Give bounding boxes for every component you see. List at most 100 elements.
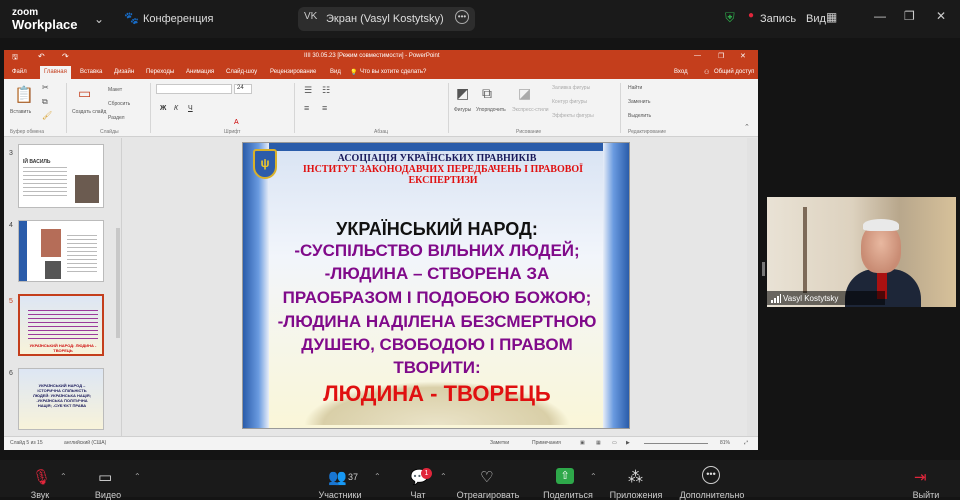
arrange-icon[interactable]: ⧉ bbox=[482, 85, 492, 102]
quick-styles-button[interactable]: Экспресс-стили bbox=[512, 107, 549, 113]
participants-icon[interactable]: 👥 bbox=[328, 468, 347, 486]
restore-icon[interactable]: ❐ bbox=[904, 9, 915, 23]
notes-button[interactable]: Заметки bbox=[490, 440, 509, 446]
slideshow-icon[interactable]: ▶ bbox=[626, 440, 630, 446]
chat-chevron[interactable]: ⌃ bbox=[440, 472, 447, 481]
tab-review[interactable]: Рецензирование bbox=[270, 69, 316, 75]
thumbnail-scrollbar[interactable] bbox=[116, 228, 120, 338]
zoom-level[interactable]: 81% bbox=[720, 440, 730, 446]
reset-button[interactable]: Сбросить bbox=[108, 101, 130, 107]
undo-icon[interactable]: ↶ bbox=[38, 52, 45, 61]
more-options-icon[interactable]: ••• bbox=[455, 10, 469, 24]
font-family-input[interactable] bbox=[156, 84, 232, 94]
react-heart-icon[interactable]: ♡ bbox=[480, 468, 493, 486]
participant-video-tile[interactable]: Vasyl Kostytsky bbox=[767, 197, 956, 307]
replace-button[interactable]: Заменить bbox=[628, 99, 650, 105]
slide-thumbnail[interactable]: УКРАЇНСЬКИЙ НАРОД – ІСТОРИЧНА СПІЛЬНІСТЬ… bbox=[18, 368, 104, 430]
sorter-view-icon[interactable]: ▦ bbox=[596, 440, 601, 446]
numbering-icon[interactable]: ☷ bbox=[322, 85, 330, 96]
tab-animation[interactable]: Анимация bbox=[186, 69, 214, 75]
participants-chevron[interactable]: ⌃ bbox=[374, 472, 381, 481]
tab-design[interactable]: Дизайн bbox=[114, 69, 134, 75]
tab-file[interactable]: Файл bbox=[12, 69, 27, 75]
copy-icon[interactable]: ⧉ bbox=[42, 97, 48, 107]
slide-thumbnail-selected[interactable]: УКРАЇНСЬКИЙ НАРОД: ЛЮДИНА - ТВОРЕЦЬ bbox=[18, 294, 104, 356]
share-screen-icon[interactable]: ⇧ bbox=[556, 468, 574, 484]
cut-icon[interactable]: ✂ bbox=[42, 83, 49, 92]
underline-button[interactable]: Ч bbox=[188, 105, 193, 112]
tab-view[interactable]: Вид bbox=[330, 69, 341, 75]
shape-effects-button[interactable]: Эффекты фигуры bbox=[552, 113, 594, 119]
bullets-icon[interactable]: ☰ bbox=[304, 85, 312, 96]
save-icon[interactable]: 🖫 bbox=[12, 53, 18, 64]
apps-icon[interactable]: ⁂ bbox=[628, 468, 643, 486]
current-slide[interactable]: ψ АСОЦІАЦІЯ УКРАЇНСЬКИХ ПРАВНИКІВ ІНСТИТ… bbox=[242, 142, 630, 429]
share-chevron[interactable]: ⌃ bbox=[590, 472, 597, 481]
collapse-ribbon-icon[interactable]: ⌃ bbox=[744, 123, 750, 131]
reading-view-icon[interactable]: ▭ bbox=[612, 440, 617, 446]
font-color-icon[interactable]: A bbox=[234, 119, 239, 126]
layout-button[interactable]: Макет bbox=[108, 87, 122, 93]
shapes-icon[interactable]: ◩ bbox=[456, 85, 469, 102]
view-grid-icon[interactable]: ▦ bbox=[826, 10, 837, 24]
screen-share-pill[interactable]: VK Экран (Vasyl Kostytsky) ••• bbox=[298, 7, 475, 31]
audio-options-chevron[interactable]: ⌃ bbox=[60, 472, 67, 481]
slide-thumbnail[interactable] bbox=[18, 220, 104, 282]
share-button[interactable]: Общий доступ bbox=[714, 69, 754, 75]
slide-thumbnail[interactable]: ІЙ ВАСИЛЬ bbox=[18, 144, 104, 208]
mic-muted-icon[interactable]: 🎙 bbox=[32, 468, 51, 486]
font-size-input[interactable]: 24 bbox=[234, 84, 252, 94]
shape-outline-button[interactable]: Контур фигуры bbox=[552, 99, 587, 105]
slide-institute-line2: ЕКСПЕРТИЗИ bbox=[408, 175, 478, 186]
tab-transitions[interactable]: Переходы bbox=[146, 69, 174, 75]
zoom-slider[interactable] bbox=[644, 443, 708, 444]
recording-label[interactable]: Запись bbox=[760, 13, 796, 25]
video-options-chevron[interactable]: ⌃ bbox=[134, 472, 141, 481]
align-center-icon[interactable]: ≡ bbox=[322, 103, 327, 113]
bold-button[interactable]: Ж bbox=[160, 105, 166, 112]
tab-slideshow[interactable]: Слайд-шоу bbox=[226, 69, 257, 75]
language-indicator[interactable]: английский (США) bbox=[64, 440, 106, 446]
view-label[interactable]: Вид bbox=[806, 13, 826, 25]
more-icon[interactable]: ••• bbox=[702, 466, 720, 484]
new-slide-button[interactable]: Создать слайд bbox=[72, 109, 106, 115]
tab-home[interactable]: Главная bbox=[40, 66, 71, 79]
tell-me-box[interactable]: Что вы хотите сделать? bbox=[360, 69, 426, 75]
tab-insert[interactable]: Вставка bbox=[80, 69, 102, 75]
align-left-icon[interactable]: ≡ bbox=[304, 103, 309, 113]
chat-badge: 1 bbox=[421, 468, 432, 479]
video-camera-icon[interactable]: ▭ bbox=[98, 468, 112, 486]
format-painter-icon[interactable]: 🖌 bbox=[42, 111, 52, 120]
shield-icon[interactable]: ⛨ bbox=[725, 10, 735, 26]
sign-in-link[interactable]: Вход bbox=[674, 69, 688, 75]
ppt-minimize-icon[interactable]: — bbox=[694, 52, 701, 59]
new-slide-icon[interactable]: ▭ bbox=[78, 85, 91, 102]
redo-icon[interactable]: ↷ bbox=[62, 52, 69, 61]
video-person-hair bbox=[863, 219, 899, 231]
chevron-down-icon[interactable]: ⌄ bbox=[94, 12, 104, 26]
comments-button[interactable]: Примечания bbox=[532, 440, 561, 446]
editor-scrollbar[interactable] bbox=[747, 138, 757, 436]
paste-icon[interactable]: 📋 bbox=[14, 85, 34, 105]
zoom-logo-bottom: Workplace bbox=[12, 17, 78, 32]
close-icon[interactable]: ✕ bbox=[936, 9, 946, 23]
find-button[interactable]: Найти bbox=[628, 85, 642, 91]
thumb-text-lines bbox=[23, 167, 67, 197]
panel-resize-handle[interactable] bbox=[762, 262, 765, 276]
italic-button[interactable]: К bbox=[174, 105, 178, 112]
paste-button[interactable]: Вставить bbox=[10, 109, 31, 115]
ppt-close-icon[interactable]: ✕ bbox=[740, 52, 746, 60]
quick-styles-icon[interactable]: ◪ bbox=[518, 85, 531, 102]
select-button[interactable]: Выделить bbox=[628, 113, 651, 119]
thumb-number: 6 bbox=[9, 370, 13, 377]
shape-fill-button[interactable]: Заливка фигуры bbox=[552, 85, 590, 91]
ppt-restore-icon[interactable]: ❐ bbox=[718, 52, 724, 60]
arrange-button[interactable]: Упорядочить bbox=[476, 107, 506, 113]
shapes-button[interactable]: Фигуры bbox=[454, 107, 471, 113]
section-button[interactable]: Раздел bbox=[108, 115, 125, 121]
normal-view-icon[interactable]: ▣ bbox=[580, 440, 585, 446]
fit-slide-icon[interactable]: ⤢ bbox=[744, 440, 748, 446]
minimize-icon[interactable]: — bbox=[874, 9, 886, 23]
leave-icon[interactable]: ⇥ bbox=[914, 468, 927, 486]
meeting-label[interactable]: Конференция bbox=[143, 13, 213, 25]
